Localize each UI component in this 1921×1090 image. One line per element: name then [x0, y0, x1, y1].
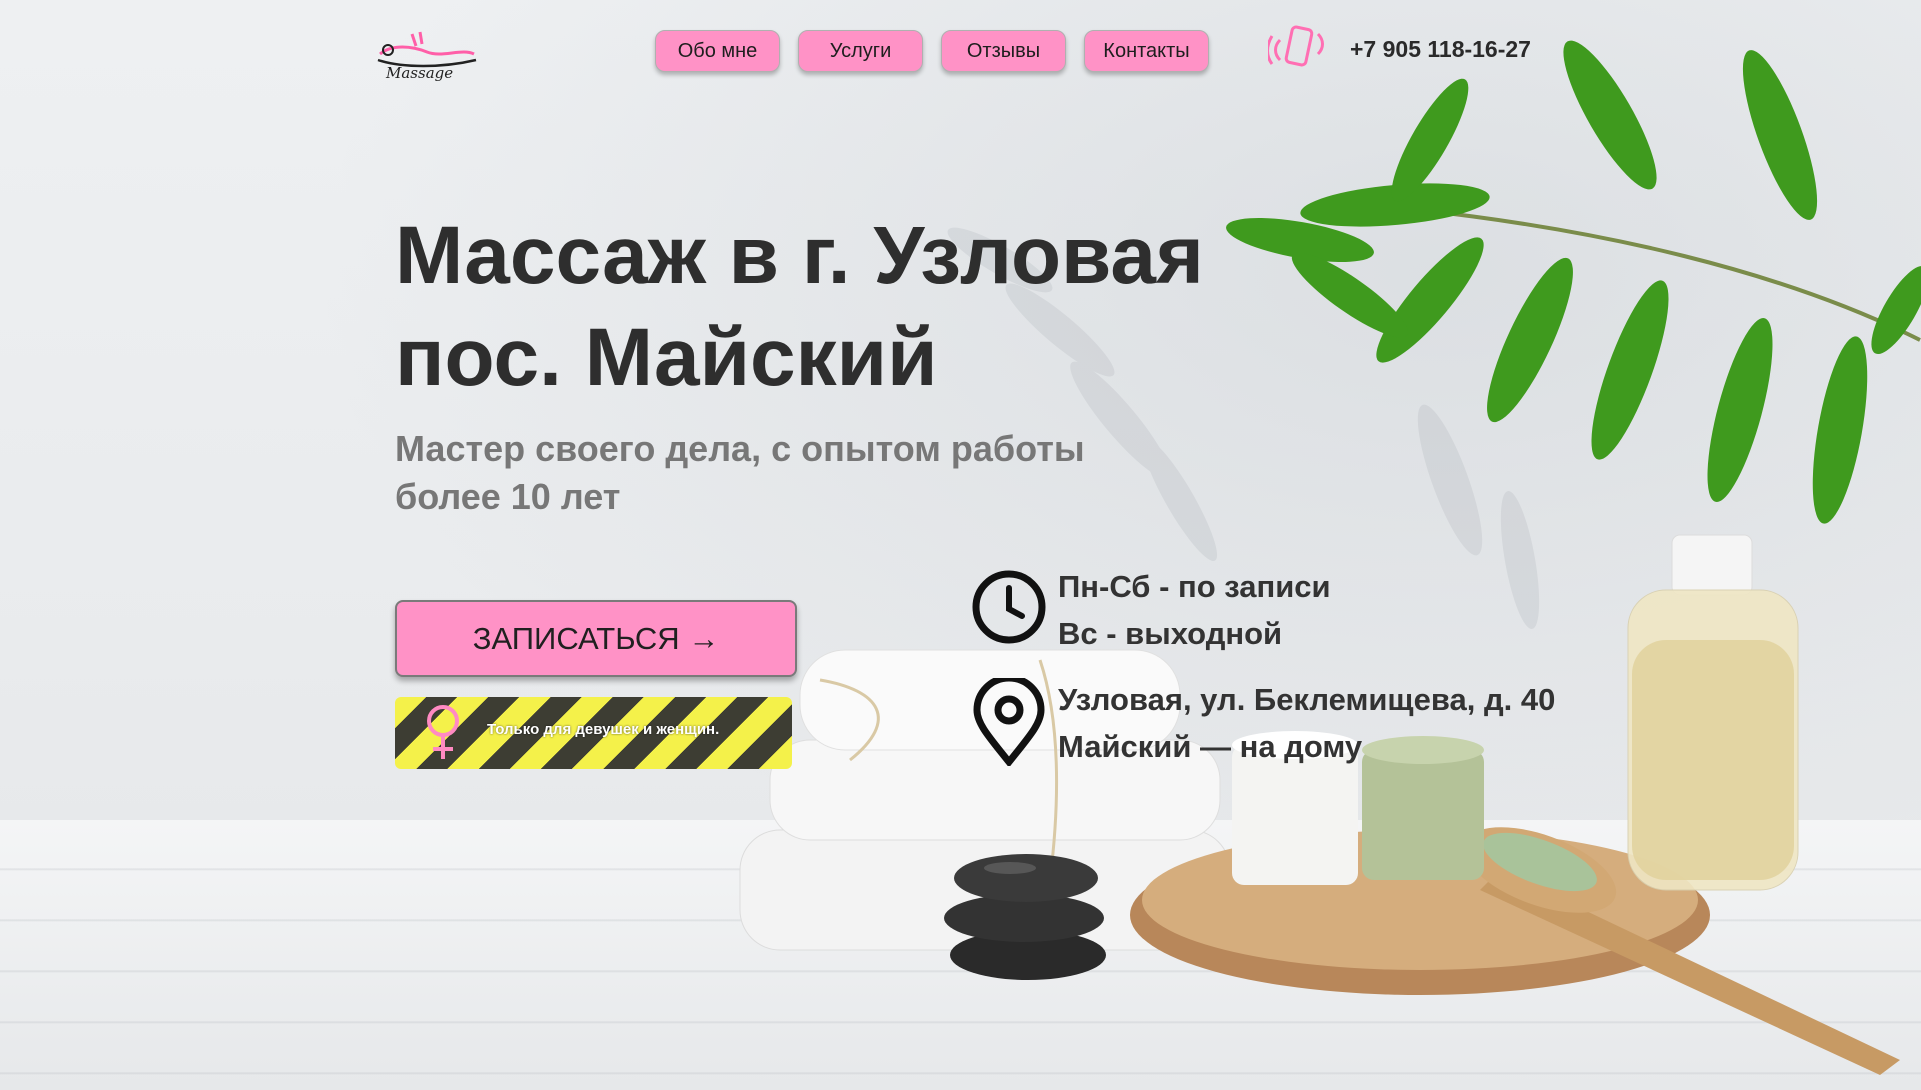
women-only-notice: Только для девушек и женщин. [395, 697, 792, 769]
nav-contacts-button[interactable]: Контакты [1084, 30, 1209, 72]
nav-services-button[interactable]: Услуги [798, 30, 923, 72]
address-line-2: Майский — на дому [1058, 729, 1363, 764]
nav-about-button[interactable]: Обо мне [655, 30, 780, 72]
schedule-line-1: Пн-Сб - по записи [1058, 569, 1331, 604]
address-line-1: Узловая, ул. Беклемищева, д. 40 [1058, 682, 1556, 717]
title-line-2: пос. Майский [395, 312, 938, 403]
schedule-line-2: Вс - выходной [1058, 616, 1283, 651]
logo-text: Massage [386, 64, 454, 82]
subtitle-line-2: более 10 лет [395, 476, 621, 517]
phone-number-link[interactable]: +7 905 118-16-27 [1350, 36, 1531, 63]
schedule-text: Пн-Сб - по записи Вс - выходной [1058, 563, 1331, 657]
subtitle-line-1: Мастер своего дела, с опытом работы [395, 428, 1085, 469]
address-text: Узловая, ул. Беклемищева, д. 40 Майский … [1058, 676, 1555, 770]
female-symbol-icon [427, 705, 459, 759]
clock-icon [972, 570, 1046, 644]
page-title: Массаж в г. Узловая пос. Майский [395, 205, 1275, 409]
book-appointment-button[interactable]: ЗАПИСАТЬСЯ → [395, 600, 797, 677]
notice-text: Только для девушек и женщин. [487, 721, 720, 738]
phone-vibrate-icon [1268, 25, 1324, 67]
spa-scene-illustration [739, 40, 1921, 1075]
nav-reviews-button[interactable]: Отзывы [941, 30, 1066, 72]
brand-logo[interactable]: Massage [372, 24, 482, 84]
hero-subtitle: Мастер своего дела, с опытом работы боле… [395, 425, 1175, 521]
main-nav: Обо мне Услуги Отзывы Контакты [655, 30, 1209, 72]
title-line-1: Массаж в г. Узловая [395, 210, 1204, 301]
location-pin-icon [973, 678, 1045, 766]
